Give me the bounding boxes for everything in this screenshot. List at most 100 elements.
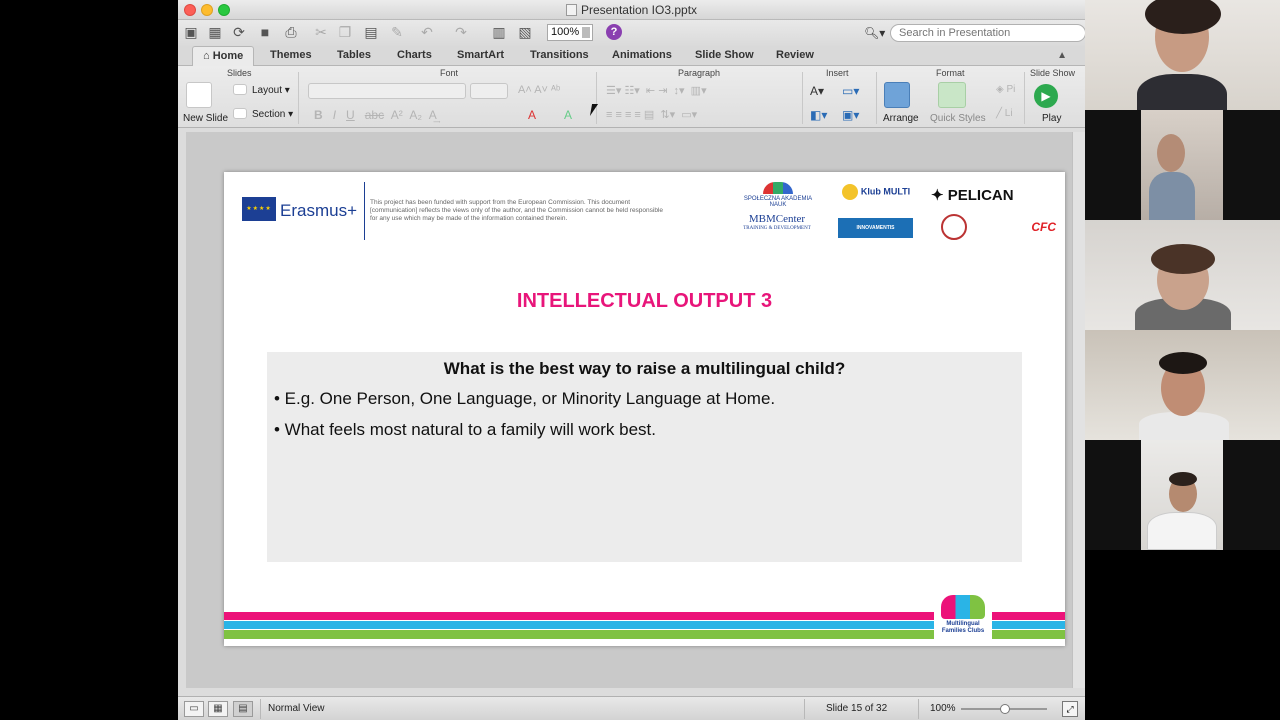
status-separator: [804, 699, 805, 719]
fit-to-window-icon[interactable]: ⤢: [1062, 701, 1078, 717]
tab-home-label: Home: [212, 50, 244, 62]
tab-smartart[interactable]: SmartArt: [457, 49, 504, 61]
font-style-buttons[interactable]: B I U abc A² A₂ A͢: [314, 108, 437, 122]
play-icon: ▶: [1034, 84, 1058, 108]
tab-transitions[interactable]: Transitions: [530, 49, 589, 61]
undo-icon[interactable]: ↶: [418, 24, 436, 41]
participant-hair: [1169, 472, 1197, 486]
collapse-ribbon-icon[interactable]: ▲: [1057, 50, 1067, 61]
copy-icon[interactable]: ❐: [336, 24, 354, 41]
tab-home[interactable]: ⌂ Home: [192, 46, 255, 67]
slide-sorter-button[interactable]: ▦: [208, 701, 228, 717]
zoom-dropdown[interactable]: 100%: [547, 24, 593, 41]
chevron-down-icon: [582, 27, 590, 38]
footer-logo-text: Multilingual Families Clubs: [941, 621, 985, 634]
search-input[interactable]: [890, 24, 1085, 42]
video-tile-participant-2: [1085, 110, 1280, 220]
tab-themes[interactable]: Themes: [270, 49, 312, 61]
font-color-icon[interactable]: A: [528, 108, 536, 122]
partner-mbm-tagline: TRAINING & DEVELOPMENT: [743, 226, 811, 231]
arrange-icon: [884, 82, 910, 108]
participant-body: [1149, 172, 1195, 220]
video-tile-participant-3: [1085, 220, 1280, 330]
font-size-controls[interactable]: A˄ A˅ ᴬᵇ: [518, 84, 560, 96]
video-tile-participant-4: [1085, 330, 1280, 440]
title-bar: Presentation IO3.pptx: [178, 0, 1085, 20]
question-text: What is the best way to raise a multilin…: [443, 359, 846, 378]
shape-line-icon[interactable]: ╱ Li: [996, 108, 1013, 119]
tab-animations[interactable]: Animations: [612, 49, 672, 61]
zoom-slider-knob[interactable]: [1000, 704, 1010, 714]
participant-body: [1137, 74, 1227, 110]
media-icon[interactable]: ▣▾: [842, 108, 859, 122]
eu-disclaimer: This project has been funded with suppor…: [370, 199, 664, 222]
group-label-insert: Insert: [826, 68, 849, 78]
open-icon[interactable]: ⟳: [230, 24, 248, 41]
shape-icon[interactable]: ◧▾: [810, 108, 827, 122]
normal-view-button[interactable]: ▭: [184, 701, 204, 717]
slide-show-view-button[interactable]: ▤: [233, 701, 253, 717]
participant-hair: [1159, 352, 1207, 374]
partner-academy-text: SPOŁECZNA AKADEMIA NAUK: [743, 196, 813, 208]
partner-pelican-text: PELICAN: [947, 187, 1014, 204]
print-icon[interactable]: ⎙: [282, 24, 300, 41]
ribbon-tabs: ⌂ Home Themes Tables Charts SmartArt Tra…: [178, 46, 1085, 67]
slide-canvas[interactable]: ★★★★ Erasmus+ This project has been fund…: [186, 132, 1085, 688]
new-document-icon[interactable]: ▣: [182, 24, 200, 41]
search-icon[interactable]: 🔍︎▾: [864, 24, 886, 42]
status-separator: [918, 699, 919, 719]
zoom-dropdown-value: 100%: [551, 26, 580, 38]
new-slide-label: New Slide: [183, 113, 229, 124]
group-label-slide-show: Slide Show: [1030, 68, 1076, 78]
partner-logo-pelican: ✦ PELICAN: [931, 187, 1014, 204]
partner-logo-cfc: CFC: [1031, 220, 1056, 234]
font-size-select[interactable]: [470, 83, 508, 99]
ribbon-home: Slides Font Paragraph Insert Format Slid…: [178, 66, 1085, 128]
paste-icon[interactable]: ▤: [362, 24, 380, 41]
redo-icon[interactable]: ↷: [452, 24, 470, 41]
font-name-select[interactable]: [308, 83, 466, 99]
tab-slide-show[interactable]: Slide Show: [695, 49, 754, 61]
screen: Presentation IO3.pptx ▣ ▦ ⟳ ■ ⎙ ✂ ❐ ▤ ✎ …: [0, 0, 1280, 720]
bullet-item: • What feels most natural to a family wi…: [274, 420, 656, 439]
zoom-percent: 100%: [930, 703, 956, 714]
new-slide-icon: [186, 82, 212, 108]
templates-icon[interactable]: ▦: [206, 24, 224, 41]
list-buttons[interactable]: ☰▾ ☷▾ ⇤ ⇥ ↕▾ ▥▾: [606, 84, 707, 97]
alignment-buttons[interactable]: ≡ ≡ ≡ ≡ ▤ ⇅▾ ▭▾: [606, 108, 697, 121]
tab-tables[interactable]: Tables: [337, 49, 371, 61]
slide[interactable]: ★★★★ Erasmus+ This project has been fund…: [224, 172, 1065, 646]
text-effects-icon[interactable]: A: [564, 108, 572, 122]
participant-hair: [1151, 244, 1215, 274]
zoom-slider[interactable]: [961, 704, 1047, 714]
heads-icon: [941, 595, 985, 619]
hand-icon: [841, 184, 858, 200]
standard-toolbar: ▣ ▦ ⟳ ■ ⎙ ✂ ❐ ▤ ✎ ↶ ↷ ▥ ▧ 100% ? 🔍︎▾: [178, 20, 1085, 46]
cut-icon[interactable]: ✂: [312, 24, 330, 41]
section-icon: [233, 108, 247, 119]
partner-logo-klub-multi: Klub MULTI: [837, 184, 915, 200]
text-box-icon[interactable]: A▾: [810, 84, 824, 98]
group-label-font: Font: [440, 68, 459, 78]
vertical-scrollbar[interactable]: [1072, 132, 1085, 688]
shape-fill-icon[interactable]: ◈ Pi: [996, 84, 1015, 95]
ribbon-separator: [596, 72, 597, 124]
content-placeholder[interactable]: What is the best way to raise a multilin…: [267, 352, 1022, 562]
slide-title[interactable]: INTELLECTUAL OUTPUT 3: [224, 290, 1065, 313]
section-label: Section ▾: [252, 109, 294, 120]
partner-seal-icon: [941, 214, 967, 240]
gallery-icon[interactable]: ▥: [490, 24, 508, 41]
help-icon[interactable]: ?: [606, 24, 622, 40]
media-browser-icon[interactable]: ▧: [516, 24, 534, 41]
ribbon-separator: [298, 72, 299, 124]
format-painter-icon[interactable]: ✎: [388, 24, 406, 41]
participant-body: [1139, 412, 1229, 440]
quick-styles-label: Quick Styles: [930, 113, 986, 124]
tab-charts[interactable]: Charts: [397, 49, 432, 61]
layout-label-text: Layout: [252, 85, 283, 96]
eu-flag-icon: ★★★★: [242, 197, 276, 221]
document-icon: [565, 4, 577, 16]
tab-review[interactable]: Review: [776, 49, 814, 61]
save-icon[interactable]: ■: [256, 24, 274, 41]
picture-icon[interactable]: ▭▾: [842, 84, 859, 98]
